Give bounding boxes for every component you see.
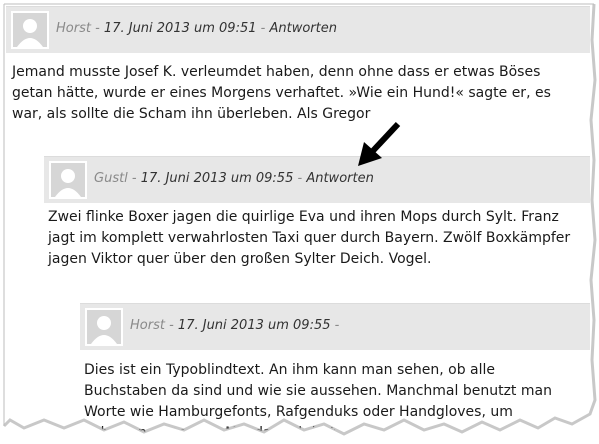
comment-date[interactable]: 17. Juni 2013 um 09:55: [178, 318, 331, 333]
meta-separator: -: [256, 21, 270, 36]
meta-separator: -: [127, 171, 141, 186]
comment-author: Horst: [56, 21, 91, 36]
comment-date[interactable]: 17. Juni 2013 um 09:55: [141, 171, 294, 186]
comment-meta: Gustl - 17. Juni 2013 um 09:55 - Antwort…: [94, 171, 374, 186]
meta-separator: -: [90, 21, 104, 36]
comment-date[interactable]: 17. Juni 2013 um 09:51: [104, 21, 257, 36]
meta-separator: -: [293, 171, 307, 186]
reply-link[interactable]: Antworten: [269, 21, 337, 36]
comment-meta: Horst - 17. Juni 2013 um 09:55 -: [130, 318, 339, 333]
avatar-placeholder-icon: [85, 308, 123, 346]
comment-meta: Horst - 17. Juni 2013 um 09:51 - Antwort…: [56, 21, 337, 36]
comment-text: Dies ist ein Typoblindtext. An ihm kann …: [84, 362, 552, 441]
comment-header: Horst - 17. Juni 2013 um 09:51 - Antwort…: [6, 6, 590, 53]
comment-text: Jemand musste Josef K. verleumdet haben,…: [12, 64, 551, 122]
comment-header: Horst - 17. Juni 2013 um 09:55 -: [80, 303, 590, 350]
avatar-placeholder-icon: [49, 161, 87, 199]
avatar-placeholder-icon: [11, 11, 49, 49]
comment-text: Zwei flinke Boxer jagen die quirlige Eva…: [48, 209, 571, 267]
comment-author: Gustl: [94, 171, 128, 186]
reply-link[interactable]: Antworten: [306, 171, 374, 186]
comment-thread: Horst - 17. Juni 2013 um 09:51 - Antwort…: [0, 0, 599, 444]
meta-separator: -: [164, 318, 178, 333]
comment-author: Horst: [130, 318, 165, 333]
comment-header: Gustl - 17. Juni 2013 um 09:55 - Antwort…: [44, 156, 590, 203]
meta-separator: -: [330, 318, 340, 333]
arrow-pointer-icon: [356, 118, 404, 172]
